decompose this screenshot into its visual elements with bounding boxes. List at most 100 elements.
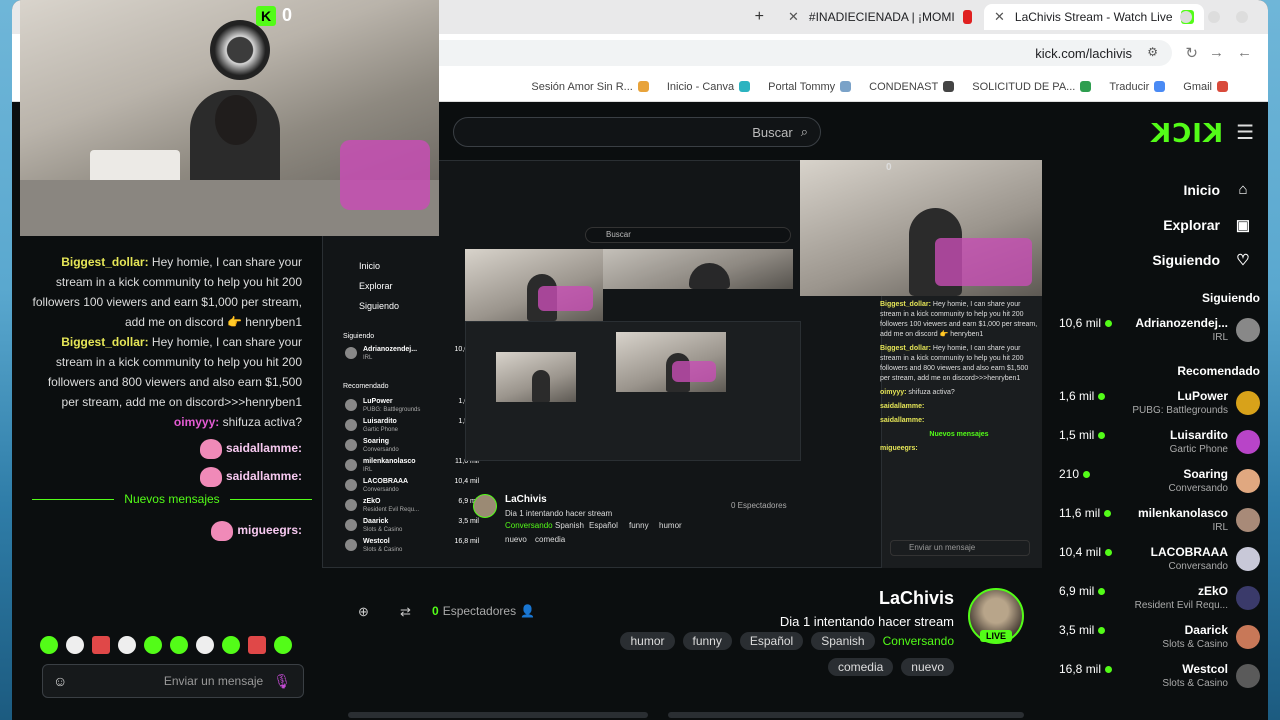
emote-icon[interactable] xyxy=(40,636,58,654)
nested-channel-name: LACOBRAAA xyxy=(363,478,409,485)
mic-icon[interactable]: 🎙 xyxy=(273,673,291,690)
emote-icon[interactable] xyxy=(222,636,240,654)
close-tab-icon[interactable]: ✕ xyxy=(788,9,799,25)
reload-icon[interactable]: ↻ xyxy=(1185,44,1198,62)
chat-username[interactable]: saidallamme: xyxy=(226,469,302,483)
nested-chat-user: Biggest_dollar: xyxy=(880,345,931,352)
nav-item-inicio[interactable]: Inicio ⌂ xyxy=(1053,172,1268,207)
bookmark-item[interactable]: CONDENAST xyxy=(869,81,955,93)
youtube-favicon-icon xyxy=(962,10,972,24)
channel-name: Luisardito xyxy=(1169,428,1228,442)
nested-chat-message: saidallamme: xyxy=(880,416,1038,426)
nested-channel-name: LaChivis xyxy=(505,494,547,505)
bookmark-item[interactable]: Portal Tommy xyxy=(768,81,852,93)
nested-viewers: 3,5 mil xyxy=(458,518,479,525)
bookmark-item[interactable]: SOLICITUD DE PA... xyxy=(972,81,1092,93)
nav-item-explorar[interactable]: Explorar ▣ xyxy=(1053,207,1268,242)
emote-icon[interactable] xyxy=(274,636,292,654)
channel-name[interactable]: LaChivis xyxy=(879,588,954,609)
sidebar-channel[interactable]: 210 Soaring Conversando xyxy=(1053,462,1268,501)
chat-username[interactable]: oimyyy: xyxy=(174,415,219,429)
emote-icon[interactable] xyxy=(118,636,136,654)
tag-pill[interactable]: nuevo xyxy=(901,658,954,676)
chat-username[interactable]: Biggest_dollar: xyxy=(61,255,148,269)
emote-icon[interactable] xyxy=(92,636,110,654)
nav-item-siguiendo[interactable]: Siguiendo ♡ xyxy=(1053,242,1268,277)
tag-pill[interactable]: humor xyxy=(620,632,675,650)
home-icon: ⌂ xyxy=(1238,181,1248,198)
emote-icon[interactable] xyxy=(248,636,266,654)
bookmark-item[interactable]: Inicio - Canva xyxy=(667,81,751,93)
menu-icon[interactable]: ☰ xyxy=(1236,120,1254,145)
emote-icon[interactable] xyxy=(196,636,214,654)
site-settings-icon[interactable]: ⚙ xyxy=(1147,45,1158,59)
nested-chat-message: oimyyy: shifuza activa? xyxy=(880,388,1038,398)
tag-pill[interactable]: funny xyxy=(682,632,732,650)
share-icon[interactable]: ⇄ xyxy=(400,604,411,620)
new-messages-divider[interactable]: Nuevos mensajes xyxy=(32,492,312,506)
nested-chat-message: Nuevos mensajes xyxy=(880,430,1038,440)
kick-count: 0 xyxy=(282,5,293,25)
nested-channel-sub: Slots & Casino xyxy=(363,547,403,553)
live-dot-icon xyxy=(1105,665,1113,673)
emote-icon[interactable] xyxy=(170,636,188,654)
nested-tag: Español xyxy=(589,521,618,530)
nested-viewers: 16,8 mil xyxy=(454,538,479,545)
bookmark-item[interactable]: Sesión Amor Sin R... xyxy=(531,81,649,93)
viewer-number: 10,6 mil xyxy=(1059,316,1102,330)
chat-message: Biggest_dollar: Hey homie, I can share y… xyxy=(30,252,302,332)
forward-icon[interactable]: → xyxy=(1209,44,1224,61)
viewer-number: 1,5 mil xyxy=(1059,428,1095,442)
nested-avatar xyxy=(345,459,357,471)
close-tab-icon[interactable]: ✕ xyxy=(994,9,1005,25)
sidebar-channel[interactable]: 3,5 mil Daarick Slots & Casino xyxy=(1053,618,1268,657)
tag-pill[interactable]: Spanish xyxy=(811,632,875,650)
channel-category: Resident Evil Requ... xyxy=(1134,600,1228,611)
chat-input[interactable]: ☺ Enviar un mensaje 🎙 xyxy=(42,664,304,698)
heart-emote-icon xyxy=(199,466,222,487)
live-dot-icon xyxy=(1104,509,1112,517)
nested-channel-name: Soaring xyxy=(363,438,390,445)
chat-username[interactable]: migueegrs: xyxy=(237,523,302,537)
sidebar-channel[interactable]: 1,5 mil Luisardito Gartic Phone xyxy=(1053,423,1268,462)
sidebar-channel[interactable]: 1,6 mil LuPower PUBG: Battlegrounds xyxy=(1053,384,1268,423)
window-control-icon[interactable] xyxy=(1236,11,1248,23)
new-tab-button[interactable]: + xyxy=(745,4,774,30)
category-link[interactable]: Conversando xyxy=(883,634,954,648)
sidebar-channel[interactable]: 10,6 mil Adrianozendej... IRL xyxy=(1053,311,1268,350)
tag-pill[interactable]: Español xyxy=(739,632,804,650)
sidebar-channel[interactable]: 10,4 mil LACOBRAAA Conversando xyxy=(1053,540,1268,579)
following-list: 10,6 mil Adrianozendej... IRL xyxy=(1053,311,1268,350)
back-icon[interactable]: ← xyxy=(1237,44,1252,61)
chat-username[interactable]: Biggest_dollar: xyxy=(61,335,148,349)
kick-logo[interactable]: KICK xyxy=(1150,119,1223,149)
nested-avatar xyxy=(345,419,357,431)
sidebar-channel[interactable]: 6,9 mil zEkO Resident Evil Requ... xyxy=(1053,579,1268,618)
follow-icon[interactable]: ⊕ xyxy=(358,604,369,620)
tab-youtube[interactable]: ✕ #INADIECIENADA | ¡MOMI xyxy=(778,4,982,30)
window-control-icon[interactable] xyxy=(1180,11,1192,23)
url-field[interactable]: kick.com/lachivis ⚙ xyxy=(412,40,1172,66)
nested-avatar xyxy=(345,499,357,511)
channel-name: Daarick xyxy=(1184,623,1228,637)
viewers-icon: 👤 xyxy=(520,604,536,618)
nested-channel-sub: Slots & Casino xyxy=(363,527,403,533)
viewer-number: 3,5 mil xyxy=(1059,623,1095,637)
bookmark-item[interactable]: Gmail xyxy=(1183,81,1228,93)
nested-nav-item: Siguiendo xyxy=(359,301,400,311)
chat-message: saidallamme: xyxy=(30,466,302,487)
bookmark-favicon-icon xyxy=(840,81,852,92)
browser-window: ✕ LaChivis Stream - Watch Live ✕ #INADIE… xyxy=(12,0,1268,720)
nested-channel-name: Westcol xyxy=(363,538,390,545)
emoji-icon[interactable]: ☺ xyxy=(53,673,67,689)
window-control-icon[interactable] xyxy=(1208,11,1220,23)
bookmark-item[interactable]: Traducir xyxy=(1109,80,1166,93)
sidebar-channel[interactable]: 16,8 mil Westcol Slots & Casino xyxy=(1053,657,1268,696)
tag-pill[interactable]: comedia xyxy=(827,658,894,676)
search-input[interactable]: Buscar ⌕ xyxy=(453,117,821,147)
chat-username[interactable]: saidallamme: xyxy=(226,441,302,455)
emote-icon[interactable] xyxy=(144,636,162,654)
sidebar-channel[interactable]: 11,6 mil milenkanolasco IRL xyxy=(1053,501,1268,540)
bookmark-label: Traducir xyxy=(1109,80,1150,93)
emote-icon[interactable] xyxy=(66,636,84,654)
